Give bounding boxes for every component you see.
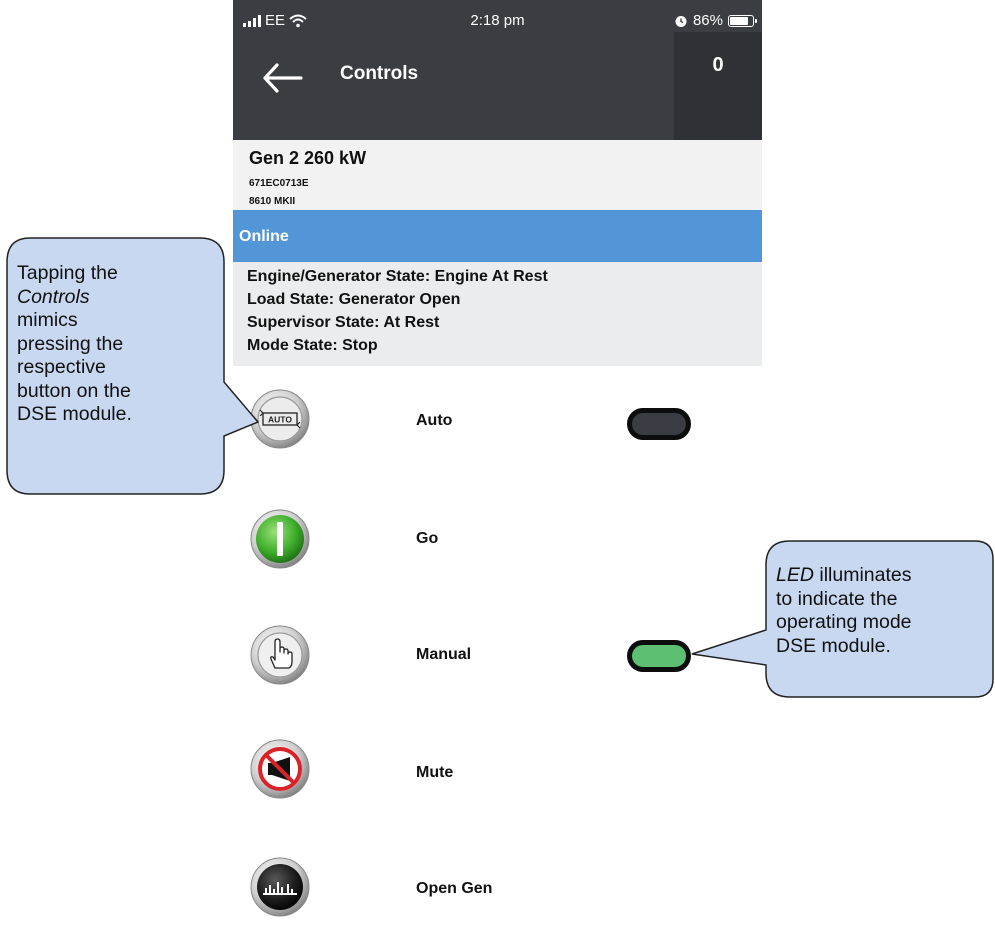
left-callout-line-2: Controls	[17, 285, 90, 308]
left-callout: Tapping the Controls mimics pressing the…	[17, 262, 132, 427]
control-open-gen-label: Open Gen	[416, 880, 493, 897]
phone-screen: EE 2:18 pm 86% Controls 0 Gen 2 260 kW 6…	[233, 0, 762, 940]
mute-horn-icon[interactable]	[249, 738, 311, 800]
status-bar-right: 86%	[674, 12, 757, 29]
device-name: Gen 2 260 kW	[249, 148, 367, 168]
load-state: Load State: Generator Open	[247, 291, 461, 308]
manual-hand-icon[interactable]	[249, 624, 311, 686]
left-callout-line-4: pressing the	[17, 332, 124, 355]
app-header: EE 2:18 pm 86% Controls 0	[233, 0, 762, 140]
right-callout-line-3: operating mode	[776, 611, 912, 633]
counter-value: 0	[712, 54, 724, 76]
control-go-label: Go	[416, 530, 439, 547]
auto-led-indicator	[627, 408, 691, 440]
left-callout-line-6: button on the	[17, 379, 131, 402]
left-callout-line-3: mimics	[17, 309, 78, 331]
left-callout-line-5: respective	[17, 356, 106, 378]
connection-status: Online	[239, 228, 289, 245]
start-icon[interactable]	[249, 508, 311, 570]
module-state-panel: Engine/Generator State: Engine At Rest L…	[233, 262, 762, 366]
control-manual-label: Manual	[416, 646, 472, 663]
right-callout-line-2: to indicate the	[776, 587, 898, 610]
svg-text:AUTO: AUTO	[268, 415, 292, 425]
back-arrow-icon	[263, 63, 303, 93]
control-open-gen[interactable]: Open Gen	[233, 830, 762, 940]
battery-icon	[728, 14, 757, 27]
connection-status-bar: Online	[233, 210, 762, 262]
auto-mode-icon[interactable]: AUTO	[249, 388, 311, 450]
control-mute-label: Mute	[416, 764, 454, 781]
device-model: 8610 MKII	[249, 196, 296, 207]
open-generator-icon[interactable]	[249, 856, 311, 918]
device-serial: 671EC0713E	[249, 178, 309, 189]
device-info: Gen 2 260 kW 671EC0713E 8610 MKII	[233, 140, 762, 210]
control-auto-label: Auto	[416, 412, 453, 429]
left-callout-line-1: Tapping the	[17, 262, 118, 284]
back-button[interactable]	[261, 58, 305, 98]
engine-generator-state: Engine/Generator State: Engine At Rest	[247, 268, 548, 285]
mode-state: Mode State: Stop	[247, 337, 378, 354]
left-callout-line-7: DSE module.	[17, 403, 132, 425]
right-callout-line-4: DSE module.	[776, 634, 891, 657]
manual-led-indicator	[627, 640, 691, 672]
battery-fill	[730, 16, 749, 25]
control-manual[interactable]: Manual	[233, 598, 762, 715]
battery-percent: 86%	[692, 12, 723, 29]
right-callout: LED illuminates to indicate the operatin…	[776, 564, 912, 658]
control-auto[interactable]: AUTO Auto	[233, 366, 762, 483]
notification-counter[interactable]: 0	[674, 32, 762, 140]
right-callout-line-1: LED illuminates	[776, 564, 912, 586]
supervisor-state: Supervisor State: At Rest	[247, 314, 440, 331]
alarm-icon	[675, 15, 687, 27]
page-title: Controls	[340, 63, 419, 84]
control-go[interactable]: Go	[233, 482, 762, 599]
control-mute[interactable]: Mute	[233, 714, 762, 831]
